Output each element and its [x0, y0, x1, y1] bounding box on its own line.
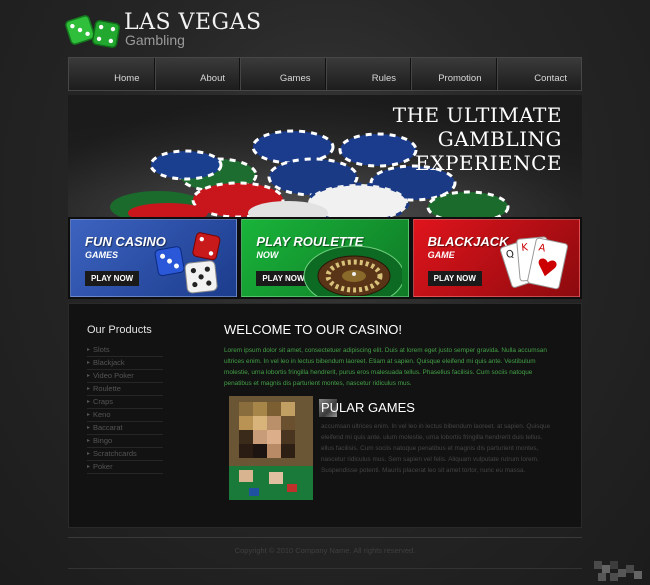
- site-logo[interactable]: LAS VEGAS Gambling: [64, 10, 261, 50]
- promo-blackjack[interactable]: BLACKJACK GAME PLAY NOW Q K A: [412, 219, 580, 297]
- footer-divider: [68, 537, 582, 538]
- casino-player-photo: [229, 396, 313, 500]
- nav-item-home[interactable]: Home: [69, 58, 154, 90]
- nav-item-label: About: [200, 73, 225, 84]
- banner-line: THE ULTIMATE: [392, 103, 562, 127]
- promo-subtitle: GAMES: [85, 250, 119, 260]
- promo-roulette[interactable]: PLAY ROULETTE NOW PLAY NOW: [241, 219, 409, 297]
- welcome-heading: WELCOME TO OUR CASINO!: [224, 322, 402, 337]
- popular-games-heading: PULAR GAMES: [321, 400, 415, 415]
- nav-item-label: Promotion: [438, 73, 482, 84]
- nav-item-rules[interactable]: Rules: [324, 58, 410, 90]
- nav-item-promotion[interactable]: Promotion: [410, 58, 496, 90]
- content-panel: Our Products Slots Blackjack Video Poker…: [68, 303, 582, 528]
- nav-item-contact[interactable]: Contact: [495, 58, 581, 90]
- roulette-wheel-icon: [303, 245, 402, 296]
- banner-line: EXPERIENCE: [415, 151, 562, 175]
- green-dice-icon: [65, 15, 121, 49]
- copyright-text: Copyright © 2010 Company Name. All right…: [234, 546, 416, 555]
- product-link-poker[interactable]: Poker: [87, 461, 163, 474]
- promo-subtitle: NOW: [256, 250, 279, 260]
- nav-item-games[interactable]: Games: [239, 58, 325, 90]
- product-link-roulette[interactable]: Roulette: [87, 383, 163, 396]
- logo-subtitle: Gambling: [125, 32, 185, 48]
- product-link-slots[interactable]: Slots: [87, 344, 163, 357]
- banner-headline: THE ULTIMATE GAMBLING EXPERIENCE: [393, 103, 562, 175]
- products-heading: Our Products: [87, 324, 152, 336]
- banner-line: GAMBLING: [437, 127, 562, 151]
- popular-games-paragraph: accumsan ultrices enim. In vel leo in le…: [321, 423, 551, 474]
- playing-cards-icon: Q K A: [500, 236, 568, 290]
- nav-item-label: Rules: [371, 73, 396, 84]
- main-nav: Home About Games Rules Promotion Contact: [68, 57, 582, 91]
- nav-item-about[interactable]: About: [153, 58, 239, 90]
- product-link-bingo[interactable]: Bingo: [87, 435, 163, 448]
- nav-item-label: Home: [114, 73, 140, 84]
- dice-icon: [154, 232, 221, 294]
- product-link-video-poker[interactable]: Video Poker: [87, 370, 163, 383]
- play-now-button[interactable]: PLAY NOW: [427, 271, 482, 286]
- product-link-baccarat[interactable]: Baccarat: [87, 422, 163, 435]
- promo-subtitle: GAME: [427, 250, 455, 260]
- products-list: Slots Blackjack Video Poker Roulette Cra…: [87, 344, 163, 474]
- play-now-button[interactable]: PLAY NOW: [85, 271, 140, 286]
- page: LAS VEGAS Gambling Home About Games Rule…: [0, 0, 650, 585]
- footer-divider: [68, 568, 582, 569]
- product-link-keno[interactable]: Keno: [87, 409, 163, 422]
- product-link-craps[interactable]: Craps: [87, 396, 163, 409]
- popular-games-image[interactable]: [229, 396, 313, 500]
- product-link-scratchcards[interactable]: Scratchcards: [87, 448, 163, 461]
- promo-row: FUN CASINO GAMES PLAY NOW PLAY ROULETTE …: [68, 217, 582, 299]
- nav-item-label: Games: [279, 73, 311, 84]
- promo-casino-games[interactable]: FUN CASINO GAMES PLAY NOW: [70, 219, 238, 297]
- nav-item-label: Contact: [534, 73, 567, 84]
- hero-banner: THE ULTIMATE GAMBLING EXPERIENCE: [68, 95, 582, 217]
- welcome-paragraph: Lorem ipsum dolor sit amet, consectetuer…: [224, 347, 547, 387]
- product-link-blackjack[interactable]: Blackjack: [87, 357, 163, 370]
- pixel-watermark-icon: [594, 561, 642, 581]
